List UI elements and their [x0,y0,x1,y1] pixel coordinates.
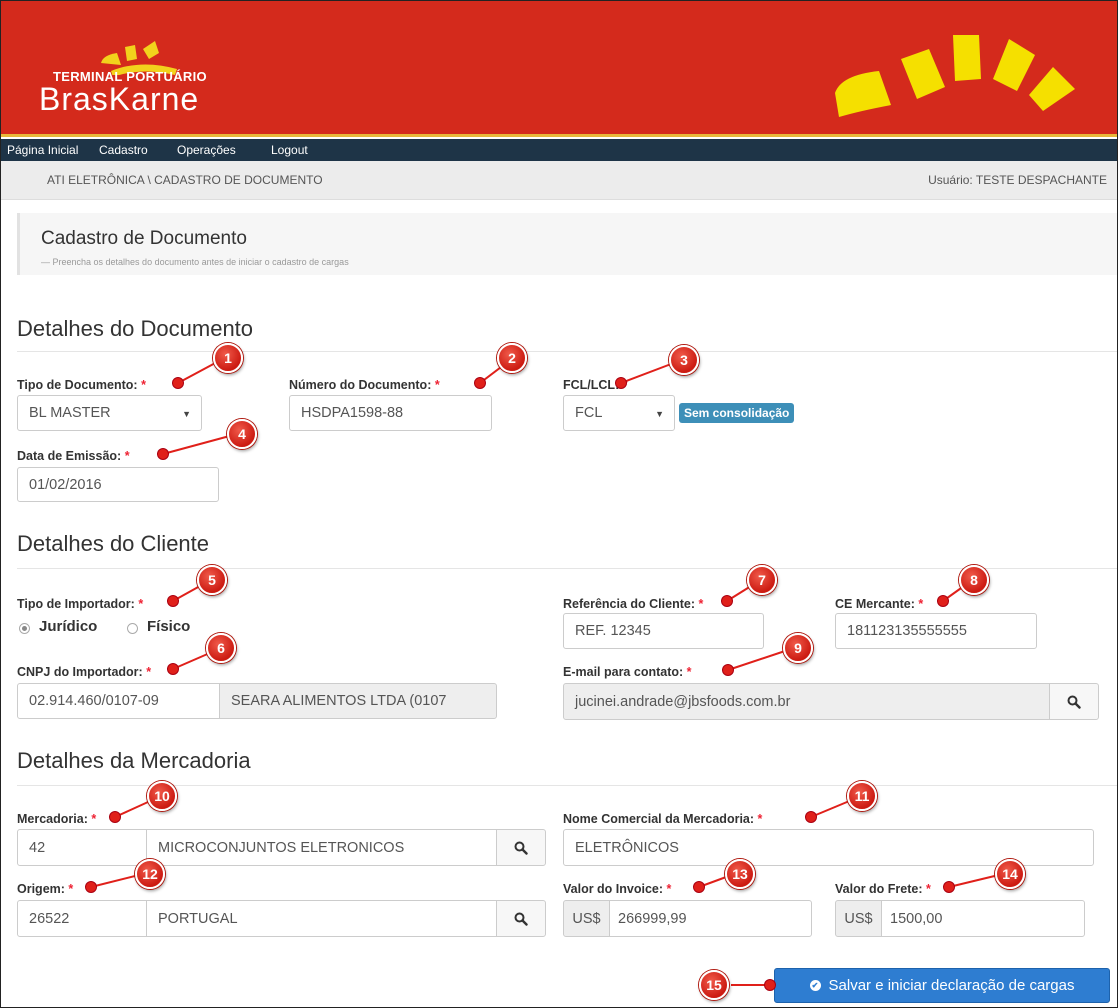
callout-marker-2: 2 [497,343,527,373]
marker-dot [722,596,732,606]
marker-dot [806,812,816,822]
callout-marker-8: 8 [959,565,989,595]
app-window: TERMINAL PORTUÁRIO BrasKarne Página Inic… [0,0,1118,1008]
callout-marker-4: 4 [227,419,257,449]
callout-marker-12: 12 [135,859,165,889]
marker-dot [765,980,775,990]
marker-dot [110,812,120,822]
callout-marker-13: 13 [725,859,755,889]
marker-dot [723,665,733,675]
marker-dot [944,882,954,892]
callout-marker-3: 3 [669,345,699,375]
marker-dot [616,378,626,388]
marker-dot [158,449,168,459]
callout-marker-5: 5 [197,565,227,595]
marker-dot [168,596,178,606]
callout-marker-11: 11 [847,781,877,811]
marker-dot [938,596,948,606]
callout-marker-15: 15 [699,970,729,1000]
callout-marker-14: 14 [995,859,1025,889]
callout-marker-7: 7 [747,565,777,595]
callout-marker-10: 10 [147,781,177,811]
callout-marker-1: 1 [213,343,243,373]
marker-dot [168,664,178,674]
marker-dot [86,882,96,892]
callout-marker-6: 6 [206,633,236,663]
marker-dot [475,378,485,388]
callout-marker-9: 9 [783,633,813,663]
marker-dot [694,882,704,892]
annotation-lines [90,360,1008,986]
marker-dot [173,378,183,388]
